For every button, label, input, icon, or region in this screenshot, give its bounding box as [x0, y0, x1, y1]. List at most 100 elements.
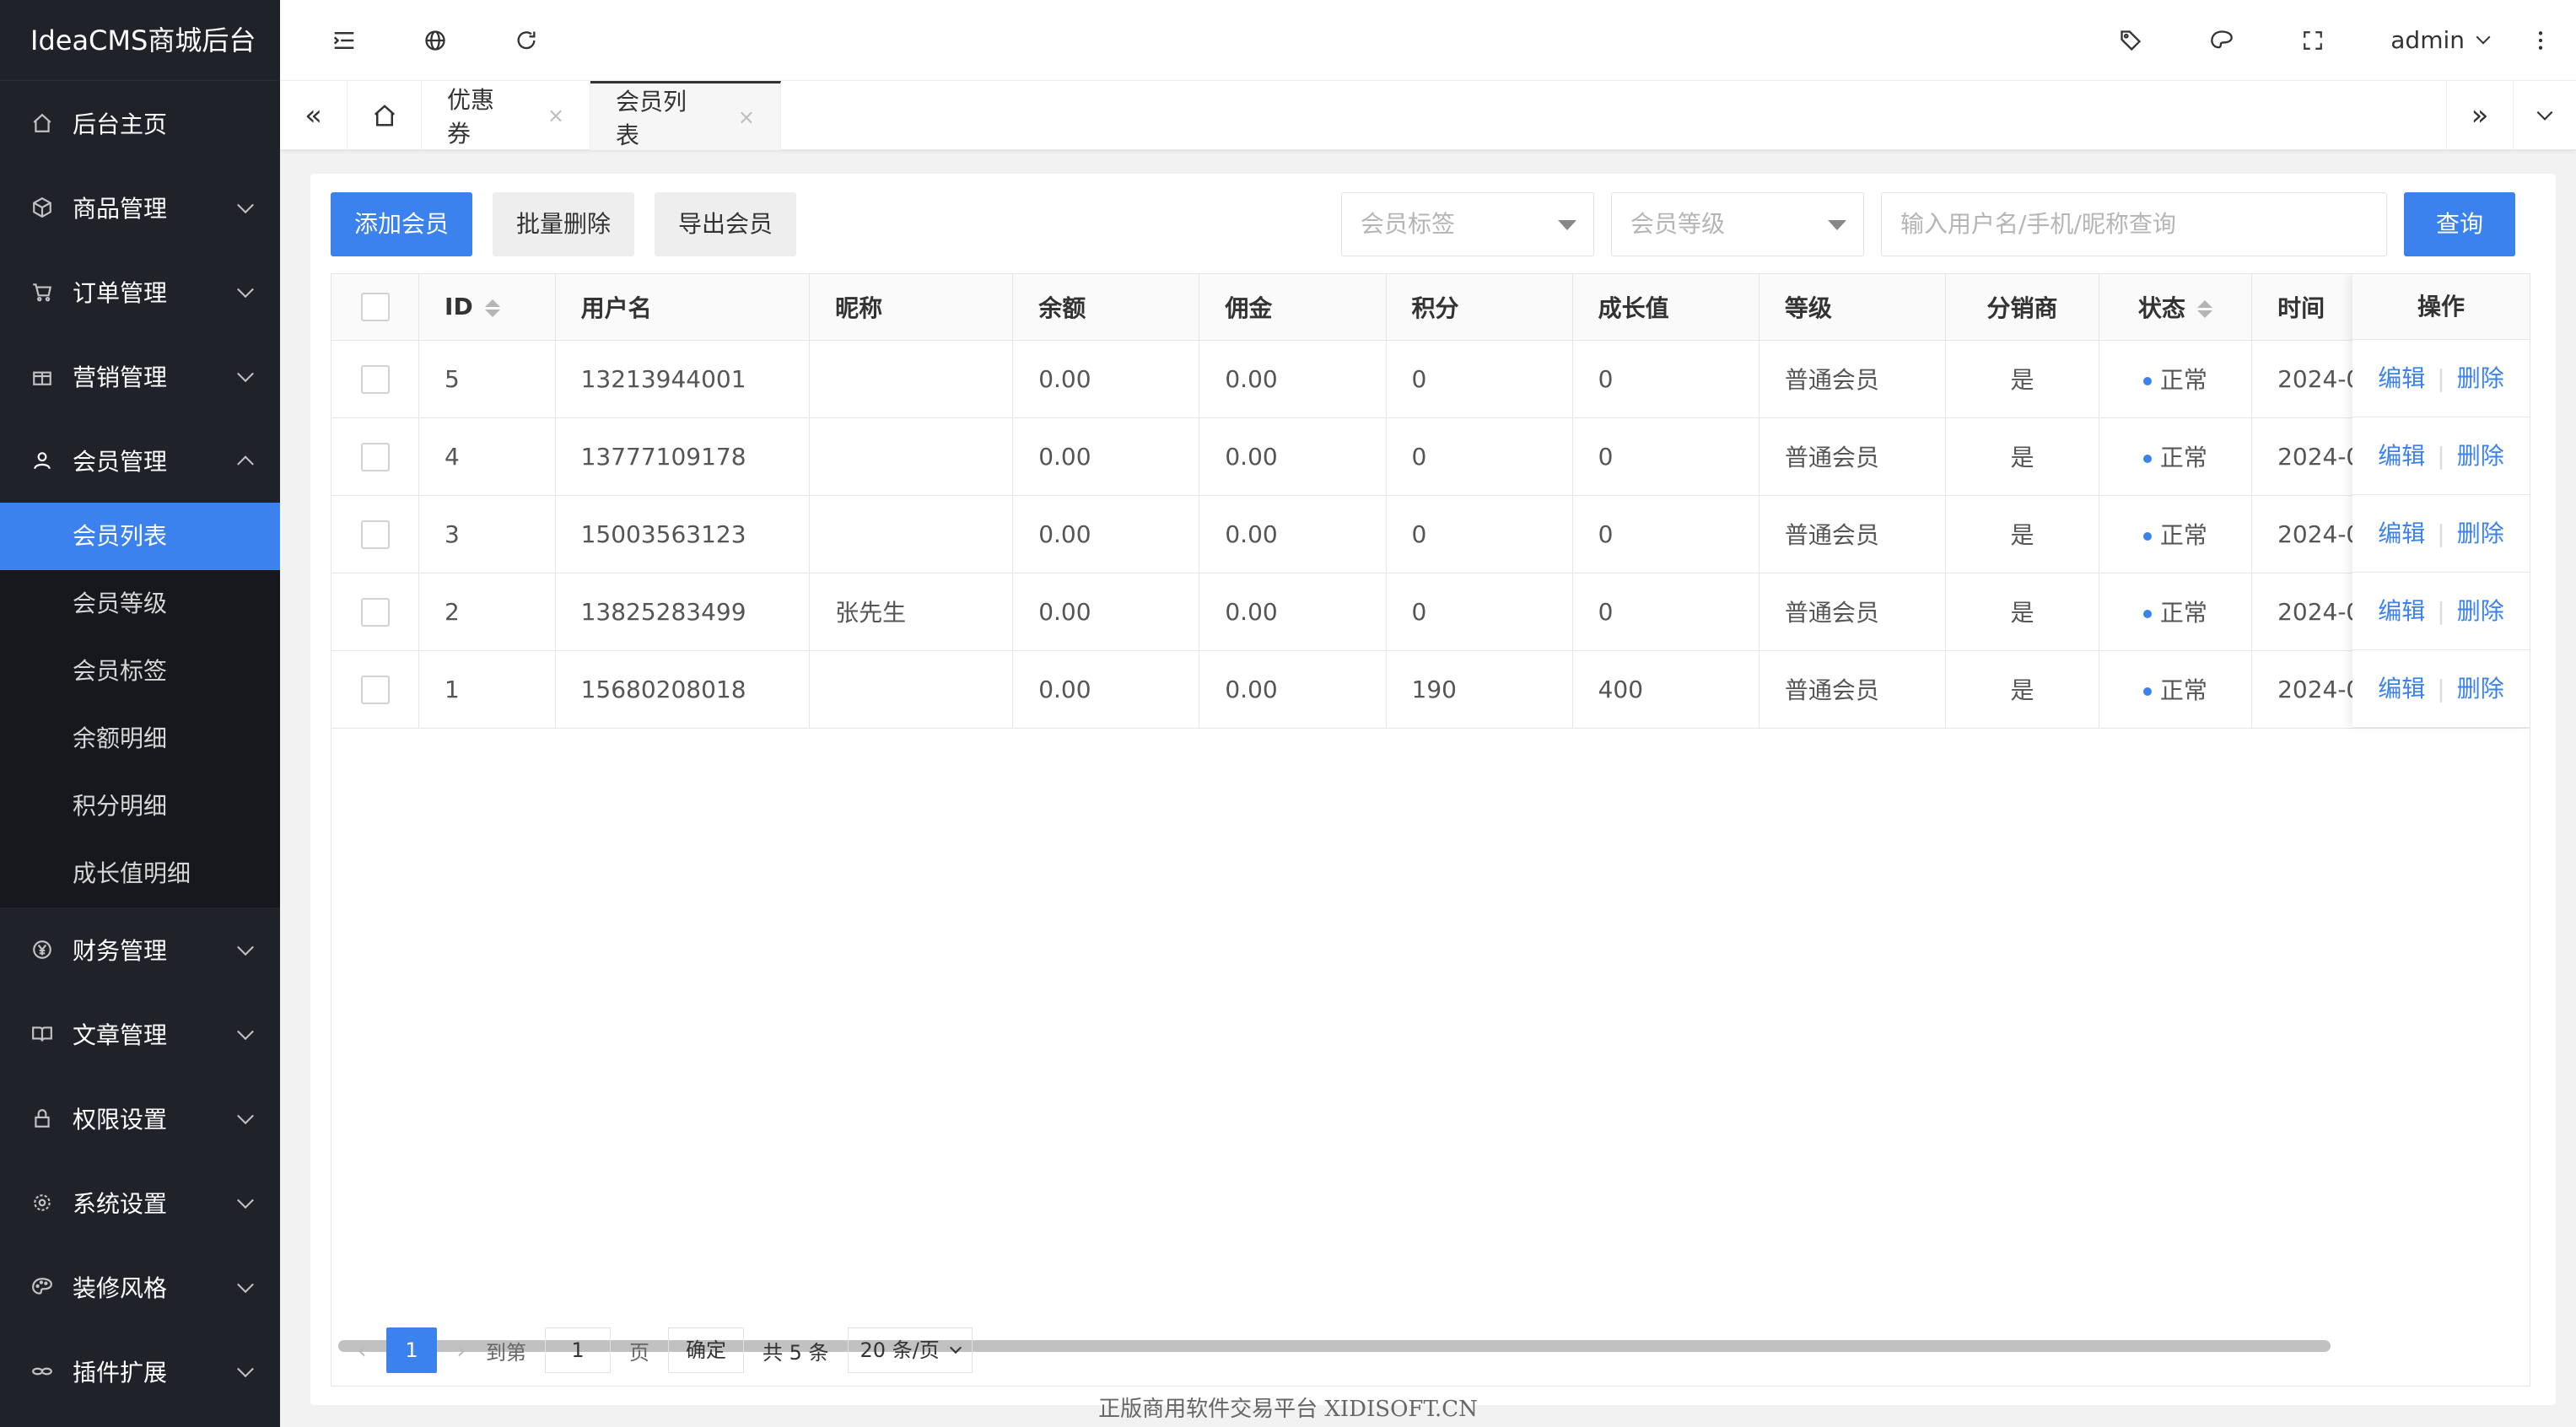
sidebar-item-permissions[interactable]: 权限设置: [0, 1076, 280, 1160]
close-icon[interactable]: ×: [547, 104, 564, 127]
select-all-checkbox[interactable]: [360, 293, 390, 322]
link-icon: [30, 1360, 54, 1383]
cell-level: 普通会员: [1759, 573, 1947, 651]
cell-status: 正常: [2099, 650, 2253, 729]
search-input[interactable]: 输入用户名/手机/昵称查询: [1881, 192, 2387, 256]
row-checkbox[interactable]: [360, 675, 390, 704]
row-checkbox[interactable]: [360, 442, 390, 471]
table-row: 2 13825283499 张先生 0.00 0.00 0 0 普通会员是正常 2024-0: [331, 573, 2530, 651]
cell-balance: 0.00: [1012, 340, 1200, 418]
col-header-status[interactable]: 状态: [2099, 274, 2253, 341]
home-tab-icon[interactable]: [348, 81, 422, 150]
submenu-item-balance-detail[interactable]: 余额明细: [0, 705, 280, 773]
member-tag-select[interactable]: 会员标签: [1341, 192, 1594, 256]
add-member-button[interactable]: 添加会员: [331, 192, 473, 256]
row-select-cell[interactable]: [331, 417, 420, 496]
batch-delete-button[interactable]: 批量删除: [493, 192, 635, 256]
delete-link[interactable]: 删除: [2457, 520, 2504, 547]
select-all-cell[interactable]: [331, 274, 420, 341]
row-checkbox[interactable]: [360, 597, 390, 627]
fullscreen-icon[interactable]: [2296, 24, 2330, 57]
edit-link[interactable]: 编辑: [2378, 364, 2425, 392]
page-button-current[interactable]: 1: [386, 1327, 437, 1373]
cell-nickname: [809, 417, 1014, 496]
sidebar-item-system[interactable]: 系统设置: [0, 1160, 280, 1245]
cell-username: 13777109178: [555, 417, 811, 496]
member-level-select[interactable]: 会员等级: [1611, 192, 1864, 256]
cell-nickname: [809, 340, 1014, 418]
cell-balance: 0.00: [1012, 417, 1200, 496]
sort-icon[interactable]: [484, 299, 500, 317]
submenu-item-points-detail[interactable]: 积分明细: [0, 773, 280, 840]
sidebar-item-label: 后台主页: [73, 110, 168, 138]
submenu-item-member-list[interactable]: 会员列表: [0, 503, 280, 570]
col-header-username: 用户名: [555, 274, 811, 341]
cell-balance: 0.00: [1012, 650, 1200, 729]
cell-status: 正常: [2099, 573, 2253, 651]
menu-toggle-icon[interactable]: [327, 24, 361, 57]
tabs-scroll-right-icon[interactable]: »: [2446, 81, 2514, 150]
col-header-id[interactable]: ID: [418, 274, 556, 341]
globe-icon[interactable]: [418, 24, 452, 57]
query-button[interactable]: 查询: [2404, 192, 2515, 256]
row-checkbox[interactable]: [360, 520, 390, 549]
row-select-cell[interactable]: [331, 650, 420, 729]
cell-id: 4: [418, 417, 556, 496]
operations-column: 操作 编辑 | 删除 编辑 | 删除 编辑 | 删除 编辑 | 删除 编辑 | 删除: [2352, 274, 2530, 728]
theme-icon[interactable]: [2205, 24, 2239, 57]
col-header-actions: 操作: [2352, 274, 2530, 340]
sidebar-item-home[interactable]: 后台主页: [0, 81, 280, 165]
delete-link[interactable]: 删除: [2457, 442, 2504, 470]
cell-level: 普通会员: [1759, 417, 1947, 496]
tab-coupon[interactable]: 优惠券 ×: [422, 81, 590, 150]
more-icon[interactable]: [2524, 24, 2557, 57]
sidebar-item-goods[interactable]: 商品管理: [0, 165, 280, 250]
sidebar-item-decoration[interactable]: 装修风格: [0, 1245, 280, 1329]
edit-link[interactable]: 编辑: [2378, 520, 2425, 547]
sidebar-item-orders[interactable]: 订单管理: [0, 250, 280, 334]
dropdown-arrow-icon: [1828, 220, 1846, 230]
goto-confirm-button[interactable]: 确定: [668, 1327, 744, 1373]
row-checkbox[interactable]: [360, 364, 390, 394]
goto-page-input[interactable]: 1: [545, 1327, 611, 1373]
cell-points: 0: [1386, 340, 1573, 418]
select-placeholder: 会员等级: [1630, 210, 1726, 238]
page-size-select[interactable]: 20 条/页: [847, 1327, 973, 1373]
cell-commission: 0.00: [1199, 495, 1387, 573]
sidebar-item-articles[interactable]: 文章管理: [0, 992, 280, 1076]
delete-link[interactable]: 删除: [2457, 597, 2504, 625]
close-icon[interactable]: ×: [738, 105, 755, 129]
sidebar-item-marketing[interactable]: 营销管理: [0, 334, 280, 418]
delete-link[interactable]: 删除: [2457, 364, 2504, 392]
sidebar-item-finance[interactable]: 财务管理: [0, 907, 280, 992]
row-actions: 编辑 | 删除: [2352, 573, 2530, 650]
dropdown-arrow-icon: [1558, 220, 1576, 230]
tag-icon[interactable]: [2114, 24, 2148, 57]
tabs-dropdown-icon[interactable]: [2514, 81, 2576, 150]
user-menu[interactable]: admin: [2390, 24, 2491, 57]
submenu-item-growth-detail[interactable]: 成长值明细: [0, 840, 280, 907]
tabs-scroll-left-icon[interactable]: «: [280, 81, 348, 150]
edit-link[interactable]: 编辑: [2378, 597, 2425, 625]
row-select-cell[interactable]: [331, 573, 420, 651]
export-members-button[interactable]: 导出会员: [655, 192, 797, 256]
edit-link[interactable]: 编辑: [2378, 442, 2425, 470]
row-actions: 编辑 | 删除: [2352, 650, 2530, 728]
sort-icon[interactable]: [2196, 300, 2212, 319]
delete-link[interactable]: 删除: [2457, 675, 2504, 703]
cell-points: 0: [1386, 573, 1573, 651]
refresh-icon[interactable]: [509, 24, 543, 57]
cell-id: 2: [418, 573, 556, 651]
row-select-cell[interactable]: [331, 340, 420, 418]
status-dot-icon: [2142, 377, 2152, 385]
table-row: 5 13213944001 0.00 0.00 0 0 普通会员是正常 2024-0: [331, 340, 2530, 418]
submenu-item-member-level[interactable]: 会员等级: [0, 570, 280, 638]
submenu-item-member-tag[interactable]: 会员标签: [0, 638, 280, 705]
tab-member-list[interactable]: 会员列表 ×: [590, 81, 781, 150]
sidebar-item-members[interactable]: 会员管理: [0, 418, 280, 503]
prev-page-icon[interactable]: ‹: [349, 1327, 375, 1373]
next-page-icon[interactable]: ›: [449, 1327, 474, 1373]
row-select-cell[interactable]: [331, 495, 420, 573]
edit-link[interactable]: 编辑: [2378, 675, 2425, 703]
book-icon: [30, 1022, 54, 1046]
